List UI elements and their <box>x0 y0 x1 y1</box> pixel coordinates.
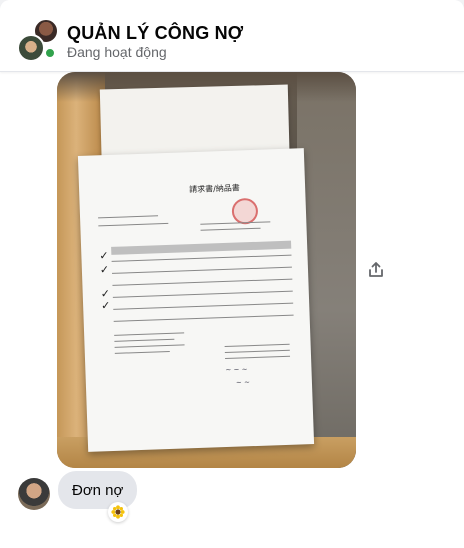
invoice-document: 請求書/納品書 ✓ ✓ ✓ ✓ ~ ~ ~ ~ ~ <box>77 148 315 452</box>
message-text: Đơn nợ <box>72 481 124 499</box>
document-title: 請求書/納品書 <box>188 183 240 195</box>
reaction-badge[interactable] <box>108 502 128 522</box>
share-icon <box>369 262 383 277</box>
sunflower-icon <box>111 505 125 519</box>
group-avatar[interactable] <box>17 18 61 62</box>
sender-avatar[interactable] <box>18 478 50 510</box>
seal-stamp <box>231 197 259 225</box>
message-bubble[interactable]: Đơn nợ <box>58 471 138 509</box>
photo-attachment[interactable]: 請求書/納品書 ✓ ✓ ✓ ✓ ~ ~ ~ ~ ~ <box>57 72 356 468</box>
member-avatar <box>17 34 45 62</box>
share-button[interactable] <box>364 258 388 282</box>
chat-title[interactable]: QUẢN LÝ CÔNG NỢ <box>67 23 243 44</box>
active-status: Đang hoạt động <box>67 44 167 60</box>
chat-window: QUẢN LÝ CÔNG NỢ Đang hoạt động 請求書/納品書 ✓… <box>0 0 464 548</box>
chat-header: QUẢN LÝ CÔNG NỢ Đang hoạt động <box>0 0 464 72</box>
online-status-dot <box>44 47 56 59</box>
